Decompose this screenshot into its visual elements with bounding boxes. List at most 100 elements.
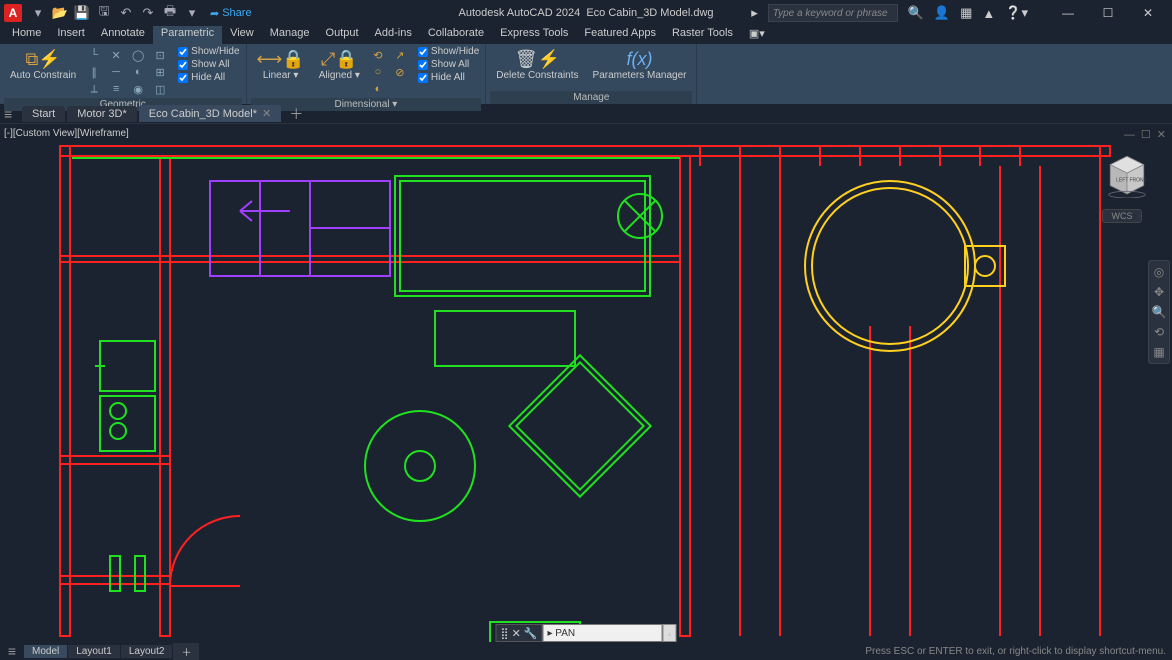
dim-constraint-icon[interactable]: ↗ xyxy=(392,48,408,62)
new-tab-button[interactable]: ＋ xyxy=(283,104,309,124)
delete-constraints-button[interactable]: 🗑⚡ Delete Constraints xyxy=(490,46,584,83)
dim-showall-button[interactable]: Show All xyxy=(416,59,481,70)
ribbon-panel-manage: 🗑⚡ Delete Constraints f(x) Parameters Ma… xyxy=(486,44,697,104)
constraint-icon[interactable]: └ xyxy=(86,48,102,62)
filetab-start[interactable]: Start xyxy=(22,106,65,122)
vp-restore-icon[interactable]: ☐ xyxy=(1141,128,1151,141)
help-icon[interactable]: ❔▾ xyxy=(1005,5,1028,21)
constraint-icon[interactable]: ✕ xyxy=(108,48,124,62)
menu-collaborate[interactable]: Collaborate xyxy=(420,26,492,44)
viewport-label[interactable]: [-][Custom View][Wireframe] xyxy=(4,128,129,139)
minimize-button[interactable]: — xyxy=(1048,0,1088,26)
menu-output[interactable]: Output xyxy=(318,26,367,44)
wcs-badge[interactable]: WCS xyxy=(1102,209,1142,223)
geo-hideall-button[interactable]: Hide All xyxy=(176,72,241,83)
geo-showhide-button[interactable]: Show/Hide xyxy=(176,46,241,57)
filetab-eco-cabin[interactable]: Eco Cabin_3D Model*✕ xyxy=(139,105,281,122)
menu-insert[interactable]: Insert xyxy=(49,26,93,44)
tab-close-icon[interactable]: ✕ xyxy=(262,107,271,120)
constraint-icon[interactable]: ≡ xyxy=(108,82,124,96)
panel-label-manage: Manage xyxy=(490,91,692,104)
tab-model[interactable]: Model xyxy=(24,645,67,658)
dim-constraint-icon[interactable]: ◐ xyxy=(370,82,386,96)
orbit-icon[interactable]: ⟲ xyxy=(1154,325,1164,339)
dim-hideall-button[interactable]: Hide All xyxy=(416,72,481,83)
menu-raster-tools[interactable]: Raster Tools xyxy=(664,26,741,44)
command-recent-dropdown[interactable]: ▴ xyxy=(662,624,676,642)
menu-annotate[interactable]: Annotate xyxy=(93,26,153,44)
constraint-icon[interactable]: ─ xyxy=(108,65,124,79)
command-handle[interactable]: ⣿✕🔧 xyxy=(496,624,543,642)
grip-icon: ⣿ xyxy=(501,627,509,640)
wrench-icon[interactable]: 🔧 xyxy=(524,627,538,640)
constraint-icon[interactable]: ⊡ xyxy=(152,48,168,62)
pan-icon[interactable]: ✥ xyxy=(1154,285,1164,299)
constraint-icon[interactable]: ⟂ xyxy=(86,82,102,96)
vp-close-icon[interactable]: ✕ xyxy=(1157,128,1166,141)
svg-text:FRONT: FRONT xyxy=(1130,177,1147,183)
search-caret-icon[interactable]: ▸ xyxy=(751,5,758,21)
open-icon[interactable]: 📂 xyxy=(52,5,68,21)
dim-constraint-icon[interactable]: ○ xyxy=(370,65,386,79)
close-icon[interactable]: ✕ xyxy=(512,627,521,640)
viewcube[interactable]: LEFT FRONT xyxy=(1102,148,1152,198)
zoom-icon[interactable]: 🔍 xyxy=(1152,305,1167,319)
maximize-button[interactable]: ☐ xyxy=(1088,0,1128,26)
dim-constraint-icon[interactable]: ⊘ xyxy=(392,65,408,79)
parameters-manager-button[interactable]: f(x) Parameters Manager xyxy=(587,46,693,83)
vp-minimize-icon[interactable]: — xyxy=(1124,129,1135,141)
filetab-motor-3d[interactable]: Motor 3D* xyxy=(67,106,137,122)
window-title: Autodesk AutoCAD 2024 Eco Cabin_3D Model… xyxy=(458,7,713,19)
add-layout-button[interactable]: ＋ xyxy=(173,643,199,660)
layout-menu-icon[interactable]: ≡ xyxy=(0,643,24,659)
dim-showhide-button[interactable]: Show/Hide xyxy=(416,46,481,57)
filetabs-menu-icon[interactable]: ≡ xyxy=(4,106,22,122)
constraint-icon[interactable]: ◯ xyxy=(130,48,146,62)
drawing-viewport[interactable] xyxy=(0,126,1172,642)
command-input[interactable]: ▸ PAN xyxy=(542,624,662,642)
menu-addins[interactable]: Add-ins xyxy=(367,26,420,44)
app-logo[interactable]: A xyxy=(4,4,22,22)
auto-constrain-button[interactable]: ⧉⚡ Auto Constrain xyxy=(4,46,82,83)
plot-icon[interactable]: 🖶 xyxy=(162,5,178,21)
constraint-icon[interactable]: ∥ xyxy=(86,65,102,79)
menu-parametric[interactable]: Parametric xyxy=(153,26,222,44)
constraint-icon[interactable]: ⊞ xyxy=(152,65,168,79)
file-tab-bar: ≡ Start Motor 3D* Eco Cabin_3D Model*✕ ＋ xyxy=(0,104,1172,124)
signin-icon[interactable]: 🔍 xyxy=(908,5,924,21)
menu-home[interactable]: Home xyxy=(4,26,49,44)
dim-constraint-icon[interactable]: ⟲ xyxy=(370,48,386,62)
search-input[interactable]: Type a keyword or phrase xyxy=(768,4,898,22)
status-bar: ≡ Model Layout1 Layout2 ＋ Press ESC or E… xyxy=(0,642,1172,660)
qat-dropdown-icon[interactable]: ▾ xyxy=(184,5,200,21)
menu-view[interactable]: View xyxy=(222,26,262,44)
menu-featured-apps[interactable]: Featured Apps xyxy=(576,26,664,44)
autodesk-app-icon[interactable]: ▦ xyxy=(960,5,972,21)
quick-access-toolbar: ▾ 📂 💾 🖫 ↶ ↷ 🖶 ▾ xyxy=(30,5,200,21)
constraint-icon[interactable]: ◐ xyxy=(130,65,146,79)
tab-layout1[interactable]: Layout1 xyxy=(68,645,120,658)
constraint-icon[interactable]: ◉ xyxy=(130,82,146,96)
menu-dropdown-icon[interactable]: ▾ xyxy=(30,5,46,21)
apps-icon[interactable]: ▲ xyxy=(982,6,995,21)
geo-showall-button[interactable]: Show All xyxy=(176,59,241,70)
viewport-window-controls: — ☐ ✕ xyxy=(1124,128,1166,141)
aligned-button[interactable]: ⤢🔒 Aligned ▾ xyxy=(313,46,366,83)
share-label: Share xyxy=(222,7,251,19)
tab-layout2[interactable]: Layout2 xyxy=(121,645,173,658)
menu-manage[interactable]: Manage xyxy=(262,26,318,44)
menu-expand[interactable]: ▣▾ xyxy=(741,26,773,44)
steering-wheel-icon[interactable]: ◎ xyxy=(1154,265,1164,279)
linear-icon: ⟷🔒 xyxy=(257,48,305,70)
linear-button[interactable]: ⟷🔒 Linear ▾ xyxy=(251,46,311,83)
close-button[interactable]: ✕ xyxy=(1128,0,1168,26)
menu-express-tools[interactable]: Express Tools xyxy=(492,26,576,44)
share-button[interactable]: ➦ Share xyxy=(210,7,252,20)
showmotion-icon[interactable]: ▦ xyxy=(1153,345,1164,359)
undo-icon[interactable]: ↶ xyxy=(118,5,134,21)
user-icon[interactable]: 👤 xyxy=(934,5,950,21)
redo-icon[interactable]: ↷ xyxy=(140,5,156,21)
save-icon[interactable]: 💾 xyxy=(74,5,90,21)
saveas-icon[interactable]: 🖫 xyxy=(96,5,112,21)
constraint-icon[interactable]: ◫ xyxy=(152,82,168,96)
